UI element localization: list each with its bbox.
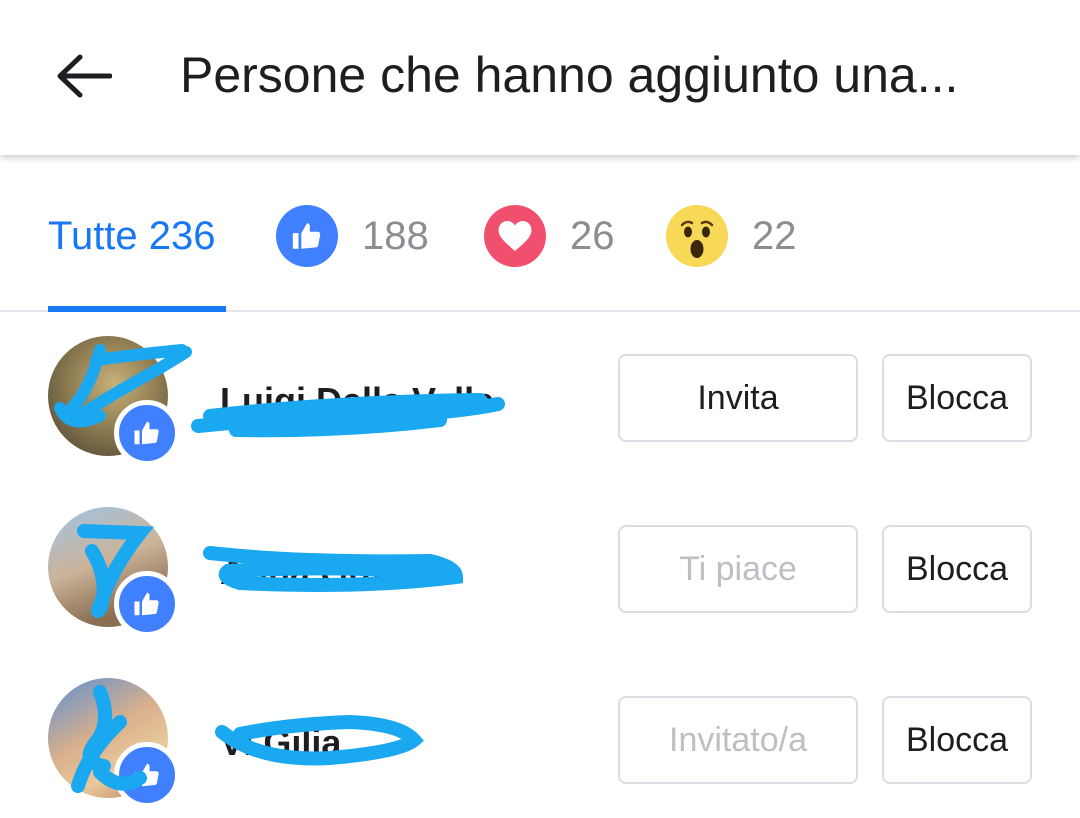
liked-button[interactable]: Ti piace bbox=[618, 525, 858, 613]
block-button[interactable]: Blocca bbox=[882, 525, 1032, 613]
wow-reaction-icon bbox=[666, 205, 728, 267]
block-button[interactable]: Blocca bbox=[882, 354, 1032, 442]
person-name[interactable]: Anna Grazi bbox=[220, 551, 410, 593]
tab-love[interactable]: 26 bbox=[484, 200, 615, 272]
tab-wow-count: 22 bbox=[752, 213, 797, 258]
invited-button[interactable]: Invitato/a bbox=[618, 696, 858, 784]
tab-like-count: 188 bbox=[362, 213, 429, 258]
page-title: Persone che hanno aggiunto una... bbox=[180, 47, 959, 103]
tab-love-count: 26 bbox=[570, 213, 615, 258]
list-item[interactable]: Vi Gilia Invitato/a Blocca bbox=[0, 662, 1080, 818]
heart-icon bbox=[498, 221, 532, 251]
like-badge bbox=[114, 400, 180, 466]
tab-all-label: Tutte 236 bbox=[48, 213, 216, 258]
like-badge bbox=[114, 742, 180, 808]
like-reaction-icon bbox=[276, 205, 338, 267]
person-name[interactable]: Vi Gilia bbox=[220, 722, 341, 764]
tab-like[interactable]: 188 bbox=[276, 200, 429, 272]
arrow-left-icon bbox=[57, 54, 112, 98]
tab-wow[interactable]: 22 bbox=[666, 200, 797, 272]
wow-face-icon bbox=[680, 220, 714, 258]
thumbs-up-icon bbox=[134, 592, 159, 616]
list-item[interactable]: Luigi Della Valle Invita Blocca bbox=[0, 320, 1080, 480]
person-name[interactable]: Luigi Della Valle bbox=[220, 380, 494, 422]
list-item[interactable]: Anna Grazi Ti piace Blocca bbox=[0, 491, 1080, 651]
like-badge bbox=[114, 571, 180, 637]
invite-button[interactable]: Invita bbox=[618, 354, 858, 442]
active-tab-indicator bbox=[48, 306, 226, 312]
back-button[interactable] bbox=[44, 36, 124, 116]
thumbs-up-icon bbox=[292, 223, 321, 249]
block-button[interactable]: Blocca bbox=[882, 696, 1032, 784]
reaction-tabs: Tutte 236 188 26 22 bbox=[0, 160, 1080, 312]
love-reaction-icon bbox=[484, 205, 546, 267]
tab-all[interactable]: Tutte 236 bbox=[48, 200, 216, 272]
thumbs-up-icon bbox=[134, 763, 159, 787]
app-bar: Persone che hanno aggiunto una... bbox=[0, 0, 1080, 155]
thumbs-up-icon bbox=[134, 421, 159, 445]
